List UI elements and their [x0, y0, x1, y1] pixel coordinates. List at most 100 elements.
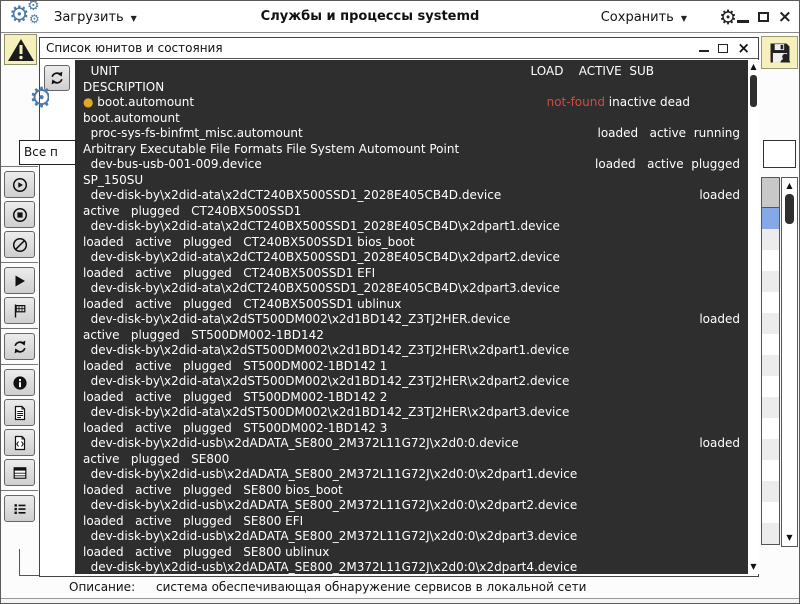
play-button[interactable]	[4, 267, 35, 294]
table-row[interactable]	[762, 502, 779, 523]
flag-button[interactable]	[4, 297, 35, 324]
status-bar: Описание: система обеспечивающая обнаруж…	[1, 578, 799, 598]
ban-icon	[12, 237, 27, 252]
terminal-line: active plugged SE800	[83, 451, 230, 466]
terminal-line: loaded active plugged ST500DM002-1BD142 …	[83, 389, 388, 404]
description-value: система обеспечивающая обнаружение серви…	[156, 580, 587, 594]
minimize-button[interactable]	[736, 19, 749, 23]
terminal-line: dev-disk-by\x2did-ata\x2dCT240BX500SSD1_…	[83, 250, 560, 264]
document-icon	[14, 405, 25, 420]
gear-icon: ⚙	[29, 12, 40, 26]
ban-button[interactable]	[4, 231, 35, 258]
terminal-line: loaded active plugged SE800 bios_boot	[83, 482, 343, 497]
terminal-scrollbar-thumb[interactable]	[750, 75, 757, 107]
terminal-line: loaded active plugged SE800 ublinux	[83, 544, 330, 559]
terminal-line: loaded active plugged ST500DM002-1BD142 …	[83, 358, 388, 373]
table-header-cell[interactable]	[762, 178, 779, 208]
table-row[interactable]	[762, 418, 779, 439]
dialog-maximize-button[interactable]	[718, 43, 729, 53]
terminal-line: SP_150SU	[83, 172, 144, 187]
description-label: Описание:	[69, 580, 136, 594]
save-as-button[interactable]	[761, 36, 798, 69]
terminal-line: dev-disk-by\x2did-ata\x2dST500DM002\x2d1…	[83, 343, 570, 357]
table-row[interactable]	[762, 439, 779, 460]
terminal-line: loaded active plugged CT240BX500SSD1 EFI	[83, 265, 376, 280]
refresh-icon	[13, 340, 26, 353]
settings-gear-button[interactable]: ⚙	[719, 4, 737, 30]
list-button[interactable]	[4, 495, 35, 522]
floppy-save-icon	[770, 43, 790, 62]
panel-corner	[19, 549, 39, 576]
table-row[interactable]	[762, 271, 779, 292]
table-row[interactable]	[762, 334, 779, 355]
terminal-line: active plugged ST500DM002-1BD142	[83, 327, 324, 342]
app-logo-gears-icon: ⚙ ⚙ ⚙	[9, 1, 49, 32]
table-row[interactable]	[762, 397, 779, 418]
table-row[interactable]	[762, 355, 779, 376]
table-row[interactable]	[762, 460, 779, 481]
save-button[interactable]: Сохранить ▼	[601, 1, 687, 33]
terminal-line: dev-disk-by\x2did-ata\x2dST500DM002\x2d1…	[83, 374, 570, 388]
dialog-close-button[interactable]: ×	[737, 41, 750, 56]
table-button[interactable]	[4, 459, 35, 486]
terminal-line: loaded active plugged CT240BX500SSD1 bio…	[83, 234, 415, 249]
filter-combobox-value: Все п	[24, 145, 58, 159]
dialog-minimize-button[interactable]	[699, 49, 710, 53]
dialog-titlebar: Список юнитов и состояния ×	[40, 38, 758, 59]
terminal-scroll-down-button[interactable]: ▼	[748, 562, 759, 572]
table-fragment-rows	[762, 229, 779, 544]
terminal-line: dev-disk-by\x2did-ata\x2dST500DM002\x2d1…	[83, 405, 570, 419]
scroll-up-button[interactable]: ▲	[782, 181, 797, 191]
terminal-line: dev-disk-by\x2did-ata\x2dCT240BX500SSD1_…	[83, 281, 560, 295]
units-table-fragment	[761, 177, 780, 545]
table-row-selected[interactable]	[762, 208, 779, 229]
close-button[interactable]: ×	[778, 9, 792, 26]
stop-circle-icon	[12, 207, 27, 222]
maximize-button[interactable]	[757, 12, 769, 22]
refresh-button[interactable]	[4, 333, 35, 360]
sidebar-separator	[1, 490, 38, 491]
flag-icon	[14, 304, 25, 317]
circled-play-button[interactable]	[4, 171, 35, 198]
main-table-scrollbar[interactable]: ▲ ▼	[781, 177, 798, 547]
units-terminal: UNIT LOAD ACTIVE SUB DESCRIPTION ● boot.aut…	[75, 60, 748, 574]
table-row[interactable]	[762, 376, 779, 397]
dialog-title: Список юнитов и состояния	[46, 41, 223, 55]
code-file-button[interactable]	[4, 429, 35, 456]
terminal-line: dev-disk-by\x2did-usb\x2dADATA_SE800_2M3…	[83, 560, 578, 574]
terminal-scrollbar[interactable]: ▲ ▼	[748, 60, 759, 574]
save-button-label: Сохранить	[600, 9, 674, 25]
window-controls: ×	[736, 1, 792, 33]
terminal-line: dev-disk-by\x2did-ata\x2dST500DM002\x2d1…	[83, 312, 740, 326]
terminal-line: loaded active plugged SE800 EFI	[83, 513, 304, 528]
info-button[interactable]	[4, 369, 35, 396]
table-row[interactable]	[762, 229, 779, 250]
load-button[interactable]: Загрузить ▼	[54, 1, 137, 33]
table-row[interactable]	[762, 313, 779, 334]
table-row[interactable]	[762, 523, 779, 544]
app-window: ⚙ ⚙ ⚙ Загрузить ▼ Службы и процессы syst…	[0, 0, 800, 604]
sidebar-separator	[1, 364, 38, 365]
terminal-lines: UNIT LOAD ACTIVE SUB DESCRIPTION ● boot.aut…	[83, 64, 740, 574]
terminal-line: loaded active plugged CT240BX500SSD1 ubl…	[83, 296, 402, 311]
table-row[interactable]	[762, 292, 779, 313]
background-gear-icon: ⚙	[29, 83, 49, 113]
info-icon	[12, 375, 27, 390]
document-button[interactable]	[4, 399, 35, 426]
table-row[interactable]	[762, 250, 779, 271]
filter-combobox[interactable]: Все п	[19, 140, 76, 165]
warning-icon	[7, 38, 34, 61]
terminal-line: UNIT LOAD ACTIVE SUB	[83, 64, 654, 78]
play-icon	[15, 275, 25, 286]
load-button-label: Загрузить	[54, 9, 124, 25]
terminal-scroll-up-button[interactable]: ▲	[748, 62, 759, 72]
terminal-line: dev-disk-by\x2did-usb\x2dADATA_SE800_2M3…	[83, 498, 578, 512]
filter-input-fragment[interactable]	[763, 140, 796, 168]
main-toolbar: ⚙ ⚙ ⚙ Загрузить ▼ Службы и процессы syst…	[1, 1, 799, 33]
table-row[interactable]	[762, 481, 779, 502]
circled-stop-button[interactable]	[4, 201, 35, 228]
scrollbar-thumb[interactable]	[785, 194, 794, 224]
scroll-down-button[interactable]: ▼	[782, 533, 797, 543]
warning-button[interactable]	[4, 34, 37, 65]
left-sidebar	[1, 165, 38, 522]
